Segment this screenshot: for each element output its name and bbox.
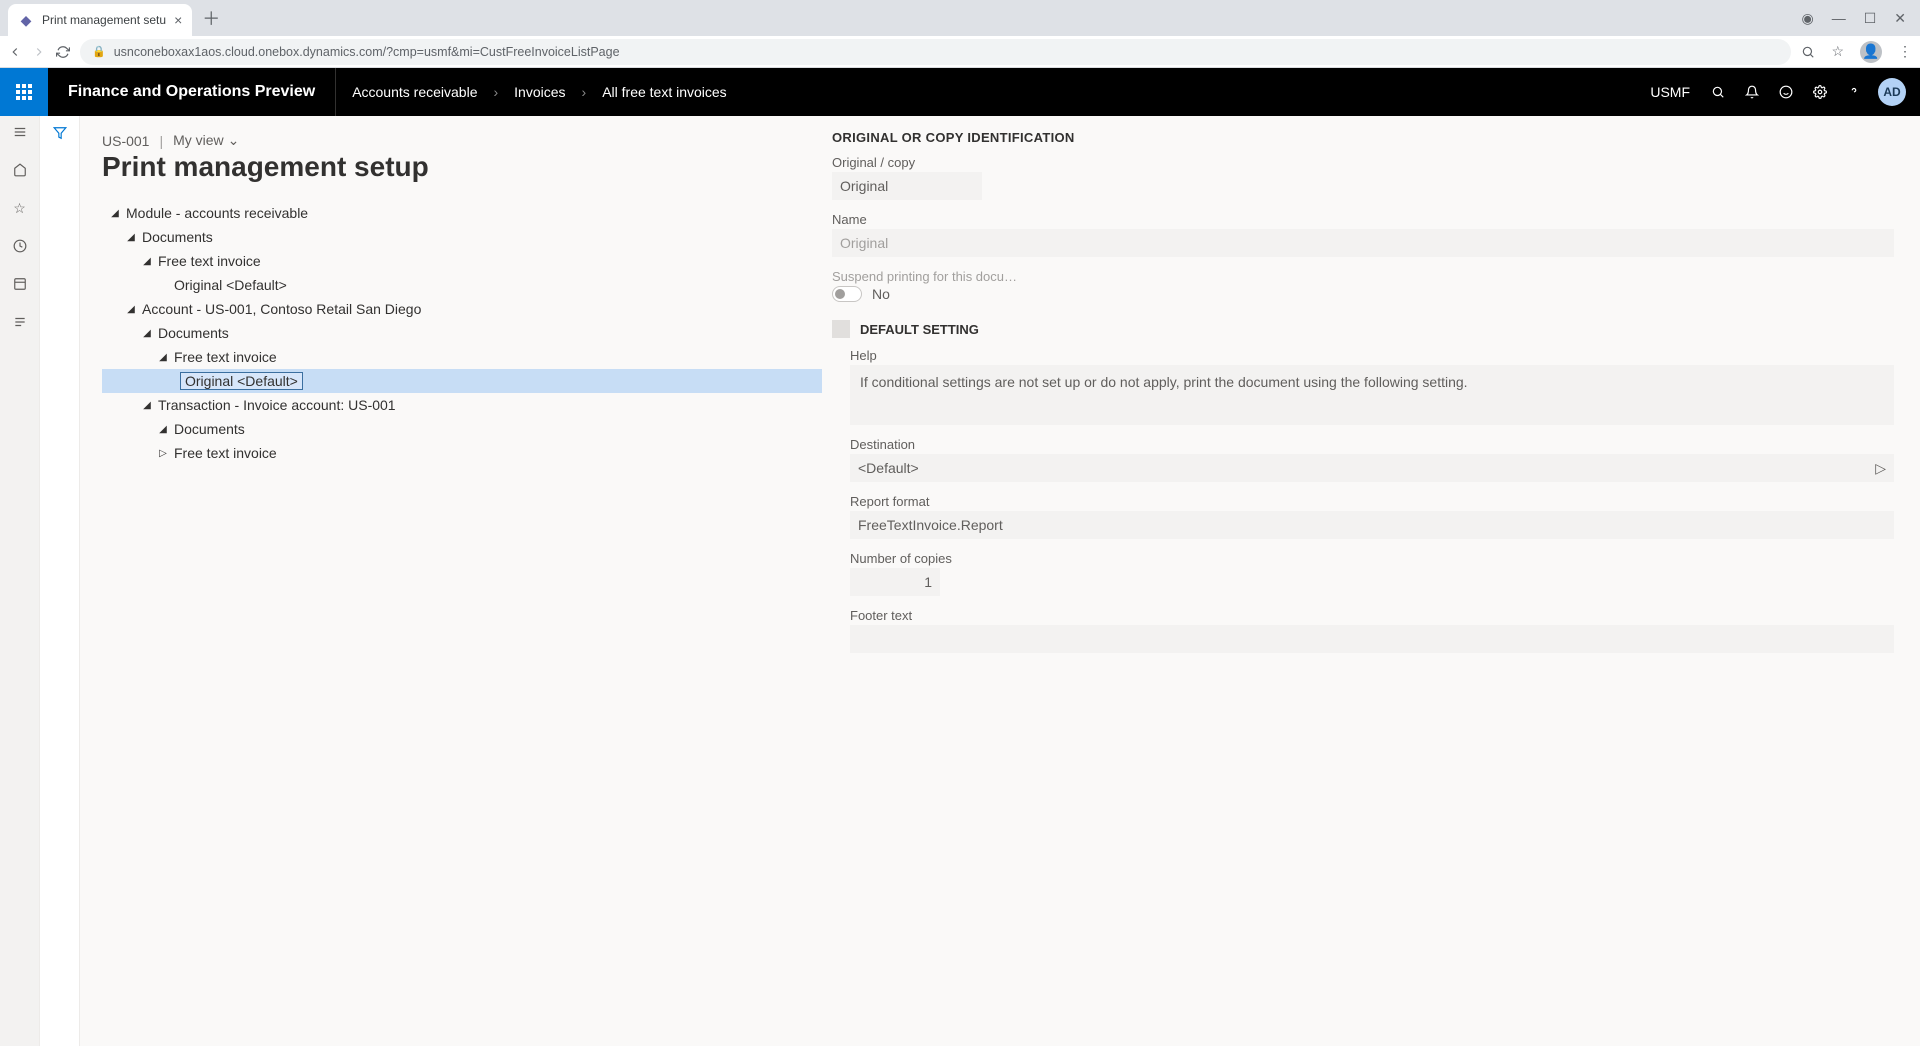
home-icon[interactable] (10, 160, 30, 180)
input-original-copy[interactable]: Original (832, 172, 982, 200)
label-copies: Number of copies (850, 551, 1894, 566)
expand-icon[interactable]: ◢ (140, 400, 154, 411)
expand-icon[interactable]: ◢ (156, 424, 170, 435)
browser-chrome: ◆ Print management setu × ＋ ◉ — ☐ ✕ 🔒 us… (0, 0, 1920, 68)
browser-tab[interactable]: ◆ Print management setu × (8, 4, 192, 36)
breadcrumb-item[interactable]: All free text invoices (586, 84, 743, 100)
address-bar: 🔒 usnconeboxax1aos.cloud.onebox.dynamics… (0, 36, 1920, 68)
lock-icon: 🔒 (92, 45, 106, 58)
waffle-icon (16, 84, 32, 100)
star-icon[interactable]: ☆ (1831, 43, 1844, 60)
app-launcher-button[interactable] (0, 68, 48, 116)
expand-icon[interactable]: ◢ (124, 304, 138, 315)
user-avatar[interactable]: AD (1878, 78, 1906, 106)
tree-node-documents[interactable]: ◢ Documents (102, 417, 822, 441)
expand-icon[interactable]: ◢ (140, 256, 154, 267)
input-report-format[interactable]: FreeTextInvoice.Report (850, 511, 1894, 539)
modules-icon[interactable] (10, 312, 30, 332)
label-name: Name (832, 212, 1894, 227)
zoom-icon[interactable] (1801, 45, 1815, 59)
tree-node-account[interactable]: ◢ Account - US-001, Contoso Retail San D… (102, 297, 822, 321)
tree-node-module[interactable]: ◢ Module - accounts receivable (102, 201, 822, 225)
company-picker[interactable]: USMF (1650, 84, 1690, 100)
checkbox-default-setting[interactable] (832, 320, 850, 338)
chrome-account-icon[interactable]: ◉ (1801, 10, 1813, 27)
tab-favicon: ◆ (18, 12, 34, 28)
url-field[interactable]: 🔒 usnconeboxax1aos.cloud.onebox.dynamics… (80, 39, 1791, 65)
tree-node-documents[interactable]: ◢ Documents (102, 225, 822, 249)
app-header: Finance and Operations Preview Accounts … (0, 68, 1920, 116)
breadcrumb-item[interactable]: Invoices (498, 84, 581, 100)
record-id: US-001 (102, 133, 149, 149)
kebab-icon[interactable]: ⋮ (1898, 43, 1912, 60)
main-panel: US-001 | My view ⌄ Print management setu… (80, 116, 1920, 1046)
chevron-down-icon: ⌄ (228, 132, 240, 148)
record-heading-row: US-001 | My view ⌄ (102, 126, 822, 149)
help-text: If conditional settings are not set up o… (850, 365, 1894, 425)
expand-icon[interactable]: ◢ (108, 208, 122, 219)
toggle-suspend-value: No (872, 286, 890, 302)
print-management-tree: ◢ Module - accounts receivable ◢ Documen… (102, 201, 822, 465)
section-original-copy: ORIGINAL OR COPY IDENTIFICATION (832, 130, 1894, 145)
chevron-right-icon[interactable]: ▷ (1875, 460, 1886, 477)
recent-icon[interactable] (10, 236, 30, 256)
hamburger-icon[interactable] (10, 122, 30, 142)
input-destination[interactable]: <Default> ▷ (850, 454, 1894, 482)
breadcrumb: Accounts receivable › Invoices › All fre… (336, 68, 743, 116)
label-suspend: Suspend printing for this docu… (832, 269, 1894, 284)
tree-node-original-default[interactable]: Original <Default> (102, 273, 822, 297)
filter-icon[interactable] (53, 126, 67, 1046)
window-controls: ◉ — ☐ ✕ (1801, 10, 1920, 27)
maximize-icon[interactable]: ☐ (1864, 10, 1877, 27)
help-icon[interactable] (1844, 82, 1864, 102)
filter-column (40, 116, 80, 1046)
label-destination: Destination (850, 437, 1894, 452)
expand-icon[interactable]: ◢ (156, 352, 170, 363)
detail-panel: ORIGINAL OR COPY IDENTIFICATION Original… (822, 126, 1894, 1020)
tree-node-free-text-invoice[interactable]: ▷ Free text invoice (102, 441, 822, 465)
app-title: Finance and Operations Preview (48, 68, 336, 116)
smile-icon[interactable] (1776, 82, 1796, 102)
favorites-icon[interactable]: ☆ (10, 198, 30, 218)
left-nav-rail: ☆ (0, 116, 40, 1046)
input-name[interactable]: Original (832, 229, 1894, 257)
tree-node-free-text-invoice[interactable]: ◢ Free text invoice (102, 345, 822, 369)
tree-node-documents[interactable]: ◢ Documents (102, 321, 822, 345)
label-help: Help (850, 348, 1894, 363)
breadcrumb-item[interactable]: Accounts receivable (336, 84, 493, 100)
label-footer: Footer text (850, 608, 1894, 623)
tree-node-original-default-selected[interactable]: Original <Default> (102, 369, 822, 393)
label-default-setting: DEFAULT SETTING (860, 322, 979, 337)
bell-icon[interactable] (1742, 82, 1762, 102)
label-original-copy: Original / copy (832, 155, 1894, 170)
tab-strip: ◆ Print management setu × ＋ ◉ — ☐ ✕ (0, 0, 1920, 36)
close-window-icon[interactable]: ✕ (1894, 10, 1906, 27)
expand-icon[interactable]: ◢ (124, 232, 138, 243)
collapse-icon[interactable]: ▷ (156, 448, 170, 459)
view-selector[interactable]: My view ⌄ (173, 132, 239, 149)
toggle-suspend[interactable] (832, 286, 862, 302)
workspaces-icon[interactable] (10, 274, 30, 294)
page-title: Print management setup (102, 151, 822, 183)
input-footer[interactable] (850, 625, 1894, 653)
search-icon[interactable] (1708, 82, 1728, 102)
forward-icon (32, 45, 46, 59)
expand-icon[interactable]: ◢ (140, 328, 154, 339)
tree-node-transaction[interactable]: ◢ Transaction - Invoice account: US-001 (102, 393, 822, 417)
gear-icon[interactable] (1810, 82, 1830, 102)
workspace: ☆ US-001 | My view ⌄ (0, 116, 1920, 1046)
back-icon[interactable] (8, 45, 22, 59)
reload-icon[interactable] (56, 45, 70, 59)
new-tab-button[interactable]: ＋ (202, 5, 220, 31)
url-text: usnconeboxax1aos.cloud.onebox.dynamics.c… (114, 45, 620, 59)
profile-icon[interactable]: 👤 (1860, 41, 1882, 63)
input-copies[interactable]: 1 (850, 568, 940, 596)
minimize-icon[interactable]: — (1832, 10, 1846, 27)
label-report-format: Report format (850, 494, 1894, 509)
tree-node-free-text-invoice[interactable]: ◢ Free text invoice (102, 249, 822, 273)
close-tab-icon[interactable]: × (174, 12, 182, 28)
tab-title: Print management setu (42, 13, 166, 27)
